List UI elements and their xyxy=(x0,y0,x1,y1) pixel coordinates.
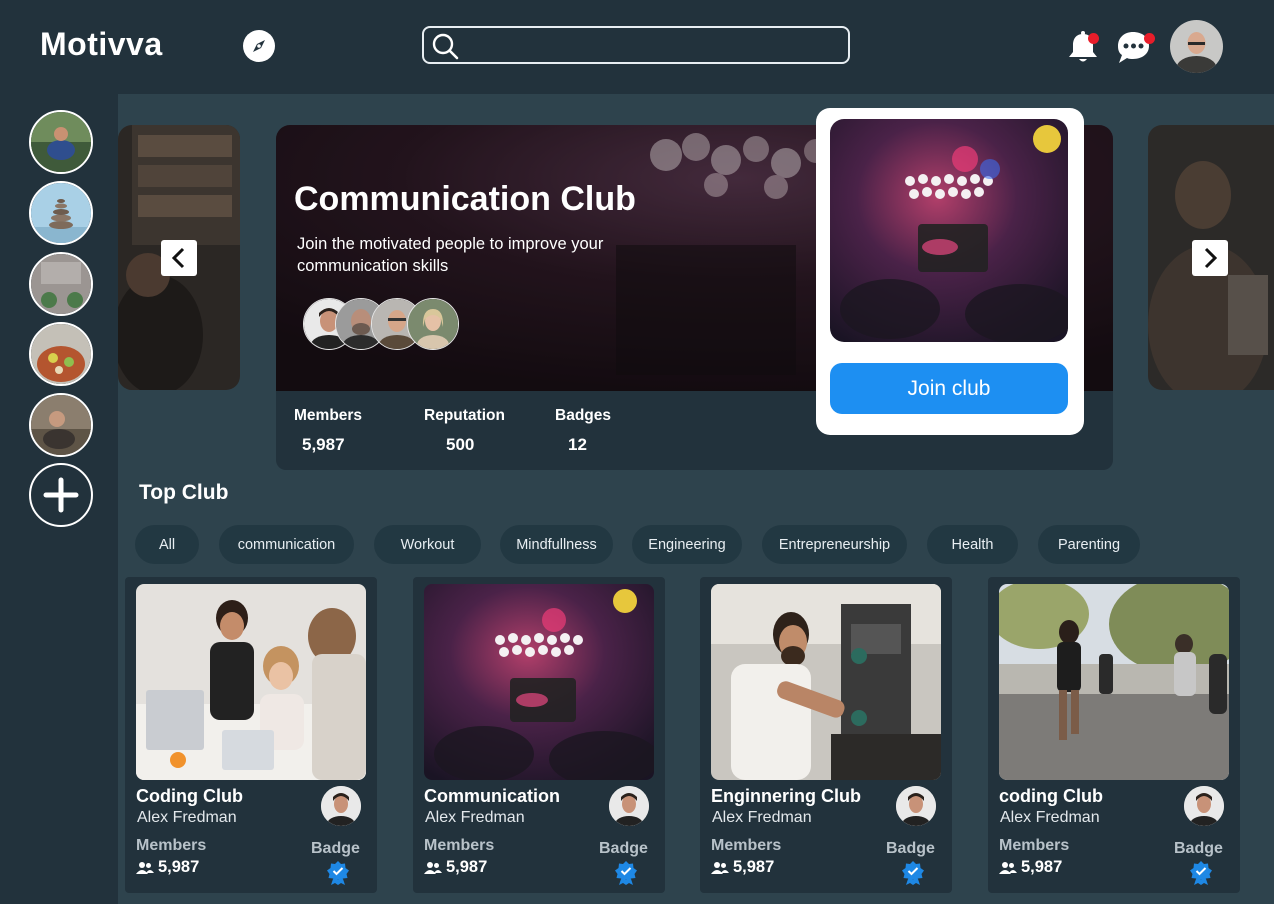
club-members-count: 5,987 xyxy=(136,858,199,877)
stat-badges-label: Badges xyxy=(555,407,611,424)
members-icon xyxy=(136,861,154,874)
story-avatar-3[interactable] xyxy=(29,252,93,316)
club-members-label: Members xyxy=(424,837,495,854)
search-bar[interactable] xyxy=(422,26,850,64)
notification-unread-dot xyxy=(1088,33,1099,44)
filter-chip-workout[interactable]: Workout xyxy=(374,525,481,564)
verified-badge-icon xyxy=(327,861,349,885)
members-icon xyxy=(424,861,442,874)
join-club-popup: Join club xyxy=(816,108,1084,435)
club-members-value: 5,987 xyxy=(158,858,200,876)
filter-chip-mindfullness[interactable]: Mindfullness xyxy=(500,525,613,564)
club-owner: Alex Fredman xyxy=(425,809,525,826)
stat-members-value: 5,987 xyxy=(302,435,345,454)
story-avatar-1[interactable] xyxy=(29,110,93,174)
filter-chip-entrepreneurship[interactable]: Entrepreneurship xyxy=(762,525,907,564)
club-owner: Alex Fredman xyxy=(137,809,237,826)
filter-chip-all[interactable]: All xyxy=(135,525,199,564)
verified-badge-icon xyxy=(902,861,924,885)
club-card[interactable]: Communication Alex Fredman Members 5,987… xyxy=(413,577,665,893)
club-members-value: 5,987 xyxy=(446,858,488,876)
stat-members-label: Members xyxy=(294,407,363,424)
club-members-count: 5,987 xyxy=(424,858,487,877)
chevron-left-icon xyxy=(171,247,185,269)
chat-icon[interactable] xyxy=(1114,28,1156,66)
club-members-value: 5,987 xyxy=(733,858,775,876)
member-avatar xyxy=(407,298,459,350)
hero-subtitle: Join the motivated people to improve you… xyxy=(297,235,604,275)
club-owner-avatar[interactable] xyxy=(1184,786,1224,826)
verified-badge-icon xyxy=(1190,861,1212,885)
club-members-count: 5,987 xyxy=(711,858,774,877)
club-owner: Alex Fredman xyxy=(1000,809,1100,826)
chevron-right-icon xyxy=(1204,247,1218,269)
club-badge-label: Badge xyxy=(599,840,648,857)
club-members-label: Members xyxy=(711,837,782,854)
club-name[interactable]: coding Club xyxy=(999,786,1103,807)
filter-chip-parenting[interactable]: Parenting xyxy=(1038,525,1140,564)
club-card[interactable]: Enginnering Club Alex Fredman Members 5,… xyxy=(700,577,952,893)
notifications-bell-icon[interactable] xyxy=(1066,28,1102,66)
members-icon xyxy=(711,861,729,874)
chat-unread-dot xyxy=(1144,33,1155,44)
club-owner-avatar[interactable] xyxy=(896,786,936,826)
club-members-label: Members xyxy=(136,837,207,854)
club-image xyxy=(999,584,1229,780)
club-image xyxy=(136,584,366,780)
club-owner-avatar[interactable] xyxy=(609,786,649,826)
carousel-next-button[interactable] xyxy=(1192,240,1228,276)
top-bar: Motivva xyxy=(0,0,1274,94)
section-title-top-club: Top Club xyxy=(139,481,229,504)
join-club-button[interactable]: Join club xyxy=(830,363,1068,414)
search-icon xyxy=(432,33,459,60)
club-badge-label: Badge xyxy=(886,840,935,857)
club-image xyxy=(424,584,654,780)
stat-reputation-value: 500 xyxy=(446,435,475,454)
verified-badge-icon xyxy=(615,861,637,885)
club-members-value: 5,987 xyxy=(1021,858,1063,876)
club-owner-avatar[interactable] xyxy=(321,786,361,826)
club-owner: Alex Fredman xyxy=(712,809,812,826)
compass-icon[interactable] xyxy=(243,30,275,62)
stat-reputation-label: Reputation xyxy=(424,407,505,424)
carousel-prev-button[interactable] xyxy=(161,240,197,276)
filter-chip-health[interactable]: Health xyxy=(927,525,1018,564)
club-name[interactable]: Communication xyxy=(424,786,560,807)
club-name[interactable]: Coding Club xyxy=(136,786,243,807)
stat-badges-value: 12 xyxy=(568,435,587,454)
club-card[interactable]: Coding Club Alex Fredman Members 5,987 B… xyxy=(125,577,377,893)
member-avatars[interactable] xyxy=(303,298,463,350)
app-logo[interactable]: Motivva xyxy=(40,26,163,63)
hero-title: Communication Club xyxy=(294,180,636,218)
club-cover-image xyxy=(830,119,1068,342)
filter-chip-engineering[interactable]: Engineering xyxy=(632,525,742,564)
story-avatar-4[interactable] xyxy=(29,322,93,386)
club-badge-label: Badge xyxy=(311,840,360,857)
club-badge-label: Badge xyxy=(1174,840,1223,857)
club-members-label: Members xyxy=(999,837,1070,854)
plus-icon xyxy=(43,477,79,513)
user-avatar[interactable] xyxy=(1170,20,1223,73)
story-avatar-2[interactable] xyxy=(29,181,93,245)
members-icon xyxy=(999,861,1017,874)
club-name[interactable]: Enginnering Club xyxy=(711,786,861,807)
club-members-count: 5,987 xyxy=(999,858,1062,877)
club-card[interactable]: coding Club Alex Fredman Members 5,987 B… xyxy=(988,577,1240,893)
club-image xyxy=(711,584,941,780)
search-input[interactable] xyxy=(468,33,842,61)
story-avatar-5[interactable] xyxy=(29,393,93,457)
filter-chip-communication[interactable]: communication xyxy=(219,525,354,564)
add-story-button[interactable] xyxy=(29,463,93,527)
